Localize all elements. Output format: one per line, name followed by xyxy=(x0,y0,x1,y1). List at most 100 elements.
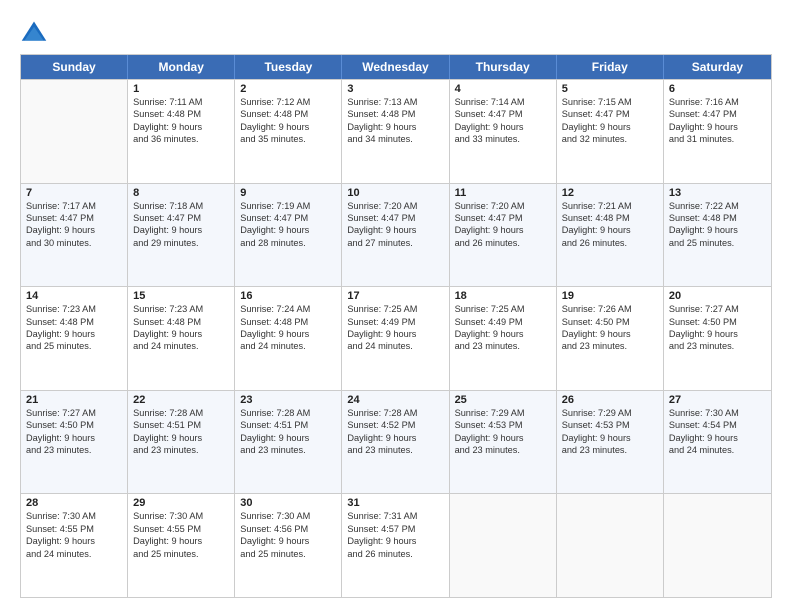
daylight-hours: Daylight: 9 hours xyxy=(133,535,229,547)
sunset-text: Sunset: 4:50 PM xyxy=(669,316,766,328)
calendar-cell-10: 10Sunrise: 7:20 AMSunset: 4:47 PMDayligh… xyxy=(342,184,449,287)
sunrise-text: Sunrise: 7:23 AM xyxy=(133,303,229,315)
calendar-cell-1: 1Sunrise: 7:11 AMSunset: 4:48 PMDaylight… xyxy=(128,80,235,183)
calendar-cell-2: 2Sunrise: 7:12 AMSunset: 4:48 PMDaylight… xyxy=(235,80,342,183)
calendar-cell-5: 5Sunrise: 7:15 AMSunset: 4:47 PMDaylight… xyxy=(557,80,664,183)
sunset-text: Sunset: 4:51 PM xyxy=(240,419,336,431)
day-number: 16 xyxy=(240,290,336,302)
daylight-minutes: and 23 minutes. xyxy=(26,444,122,456)
sunset-text: Sunset: 4:47 PM xyxy=(455,212,551,224)
daylight-minutes: and 27 minutes. xyxy=(347,237,443,249)
calendar-cell-12: 12Sunrise: 7:21 AMSunset: 4:48 PMDayligh… xyxy=(557,184,664,287)
day-number: 1 xyxy=(133,83,229,95)
day-number: 30 xyxy=(240,497,336,509)
sunrise-text: Sunrise: 7:30 AM xyxy=(133,510,229,522)
calendar-cell-11: 11Sunrise: 7:20 AMSunset: 4:47 PMDayligh… xyxy=(450,184,557,287)
daylight-hours: Daylight: 9 hours xyxy=(562,224,658,236)
daylight-minutes: and 23 minutes. xyxy=(562,340,658,352)
day-number: 2 xyxy=(240,83,336,95)
day-number: 23 xyxy=(240,394,336,406)
day-number: 9 xyxy=(240,187,336,199)
page: SundayMondayTuesdayWednesdayThursdayFrid… xyxy=(0,0,792,612)
daylight-minutes: and 24 minutes. xyxy=(669,444,766,456)
header xyxy=(20,18,772,46)
calendar-cell-19: 19Sunrise: 7:26 AMSunset: 4:50 PMDayligh… xyxy=(557,287,664,390)
sunset-text: Sunset: 4:54 PM xyxy=(669,419,766,431)
sunset-text: Sunset: 4:48 PM xyxy=(240,316,336,328)
logo-icon xyxy=(20,18,48,46)
daylight-minutes: and 23 minutes. xyxy=(455,340,551,352)
daylight-minutes: and 24 minutes. xyxy=(133,340,229,352)
calendar-header: SundayMondayTuesdayWednesdayThursdayFrid… xyxy=(21,55,771,79)
daylight-minutes: and 25 minutes. xyxy=(26,340,122,352)
sunrise-text: Sunrise: 7:31 AM xyxy=(347,510,443,522)
day-number: 27 xyxy=(669,394,766,406)
daylight-hours: Daylight: 9 hours xyxy=(669,432,766,444)
calendar-cell-15: 15Sunrise: 7:23 AMSunset: 4:48 PMDayligh… xyxy=(128,287,235,390)
daylight-hours: Daylight: 9 hours xyxy=(455,432,551,444)
sunset-text: Sunset: 4:50 PM xyxy=(562,316,658,328)
calendar-cell-30: 30Sunrise: 7:30 AMSunset: 4:56 PMDayligh… xyxy=(235,494,342,597)
sunset-text: Sunset: 4:53 PM xyxy=(455,419,551,431)
calendar-cell-18: 18Sunrise: 7:25 AMSunset: 4:49 PMDayligh… xyxy=(450,287,557,390)
day-number: 12 xyxy=(562,187,658,199)
sunrise-text: Sunrise: 7:29 AM xyxy=(562,407,658,419)
day-number: 5 xyxy=(562,83,658,95)
calendar-cell-17: 17Sunrise: 7:25 AMSunset: 4:49 PMDayligh… xyxy=(342,287,449,390)
daylight-hours: Daylight: 9 hours xyxy=(347,121,443,133)
sunset-text: Sunset: 4:47 PM xyxy=(347,212,443,224)
sunset-text: Sunset: 4:48 PM xyxy=(26,316,122,328)
sunrise-text: Sunrise: 7:30 AM xyxy=(240,510,336,522)
day-number: 19 xyxy=(562,290,658,302)
day-number: 28 xyxy=(26,497,122,509)
sunrise-text: Sunrise: 7:18 AM xyxy=(133,200,229,212)
daylight-hours: Daylight: 9 hours xyxy=(26,432,122,444)
day-number: 31 xyxy=(347,497,443,509)
sunrise-text: Sunrise: 7:20 AM xyxy=(455,200,551,212)
sunrise-text: Sunrise: 7:11 AM xyxy=(133,96,229,108)
calendar-cell-16: 16Sunrise: 7:24 AMSunset: 4:48 PMDayligh… xyxy=(235,287,342,390)
daylight-hours: Daylight: 9 hours xyxy=(133,328,229,340)
sunrise-text: Sunrise: 7:24 AM xyxy=(240,303,336,315)
sunset-text: Sunset: 4:47 PM xyxy=(669,108,766,120)
day-number: 21 xyxy=(26,394,122,406)
daylight-hours: Daylight: 9 hours xyxy=(133,224,229,236)
daylight-minutes: and 30 minutes. xyxy=(26,237,122,249)
day-number: 20 xyxy=(669,290,766,302)
sunrise-text: Sunrise: 7:28 AM xyxy=(240,407,336,419)
day-number: 15 xyxy=(133,290,229,302)
daylight-minutes: and 34 minutes. xyxy=(347,133,443,145)
day-number: 24 xyxy=(347,394,443,406)
daylight-hours: Daylight: 9 hours xyxy=(347,535,443,547)
sunrise-text: Sunrise: 7:29 AM xyxy=(455,407,551,419)
daylight-hours: Daylight: 9 hours xyxy=(562,121,658,133)
daylight-minutes: and 32 minutes. xyxy=(562,133,658,145)
daylight-hours: Daylight: 9 hours xyxy=(240,535,336,547)
daylight-hours: Daylight: 9 hours xyxy=(240,432,336,444)
header-day-monday: Monday xyxy=(128,55,235,79)
sunset-text: Sunset: 4:55 PM xyxy=(133,523,229,535)
daylight-minutes: and 24 minutes. xyxy=(240,340,336,352)
sunrise-text: Sunrise: 7:27 AM xyxy=(669,303,766,315)
calendar-cell-9: 9Sunrise: 7:19 AMSunset: 4:47 PMDaylight… xyxy=(235,184,342,287)
daylight-minutes: and 35 minutes. xyxy=(240,133,336,145)
daylight-hours: Daylight: 9 hours xyxy=(26,224,122,236)
calendar-cell-21: 21Sunrise: 7:27 AMSunset: 4:50 PMDayligh… xyxy=(21,391,128,494)
day-number: 25 xyxy=(455,394,551,406)
daylight-minutes: and 23 minutes. xyxy=(669,340,766,352)
daylight-minutes: and 24 minutes. xyxy=(26,548,122,560)
daylight-hours: Daylight: 9 hours xyxy=(669,121,766,133)
day-number: 8 xyxy=(133,187,229,199)
day-number: 7 xyxy=(26,187,122,199)
daylight-minutes: and 23 minutes. xyxy=(347,444,443,456)
sunset-text: Sunset: 4:47 PM xyxy=(240,212,336,224)
sunrise-text: Sunrise: 7:13 AM xyxy=(347,96,443,108)
calendar-body: 1Sunrise: 7:11 AM Sunset: 4:48 PM Daylight… xyxy=(21,79,771,597)
daylight-hours: Daylight: 9 hours xyxy=(347,432,443,444)
sunrise-text: Sunrise: 7:21 AM xyxy=(562,200,658,212)
sunset-text: Sunset: 4:47 PM xyxy=(562,108,658,120)
calendar-cell-14: 14Sunrise: 7:23 AMSunset: 4:48 PMDayligh… xyxy=(21,287,128,390)
daylight-minutes: and 25 minutes. xyxy=(240,548,336,560)
calendar-cell-20: 20Sunrise: 7:27 AMSunset: 4:50 PMDayligh… xyxy=(664,287,771,390)
sunset-text: Sunset: 4:47 PM xyxy=(26,212,122,224)
